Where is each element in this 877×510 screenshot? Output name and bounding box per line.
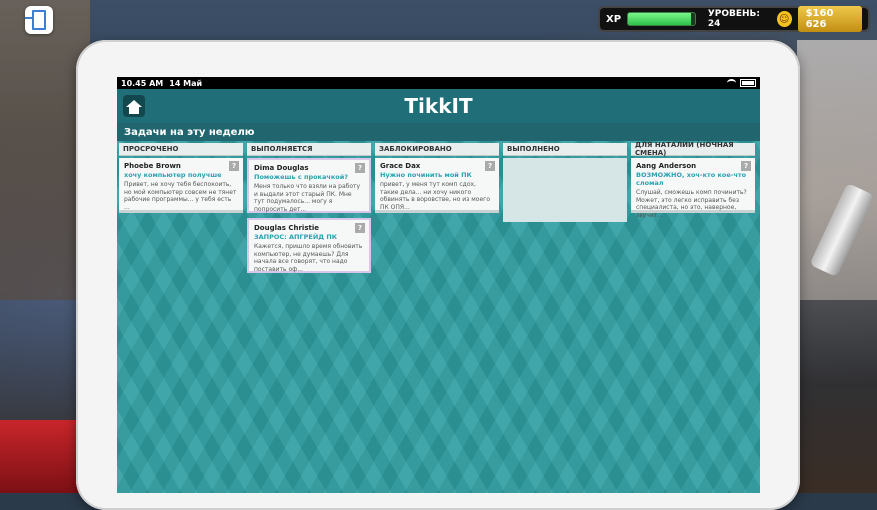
level-label: УРОВЕНЬ: 24	[707, 9, 761, 29]
week-title: Задачи на эту неделю	[117, 123, 760, 141]
card-name: Grace Dax	[380, 162, 421, 170]
task-card[interactable]: ? Grace Dax Нужно починить мой ПК привет…	[375, 158, 499, 213]
help-icon[interactable]: ?	[355, 163, 365, 173]
card-preview: Привет, не хочу тебя беспокоить, но мой …	[124, 181, 237, 211]
home-button[interactable]	[123, 95, 145, 117]
column-header: ЗАБЛОКИРОВАНО	[375, 143, 499, 156]
card-subject: хочу компьютер получше	[124, 171, 222, 179]
task-card[interactable]: ? Douglas Christie ЗАПРОС: АПГРЕЙД ПК Ка…	[247, 218, 371, 273]
column-overdue: ПРОСРОЧЕНО ? Phoebe Brown хочу компьютер…	[119, 143, 243, 213]
card-name: Phoebe Brown	[124, 162, 181, 170]
task-card[interactable]: ? Aang Anderson ВОЗМОЖНО, хоч-кто кое-чт…	[631, 158, 755, 219]
help-icon[interactable]: ?	[229, 161, 239, 171]
card-preview: привет, у меня тут комп сдох, такие дела…	[380, 181, 490, 211]
help-icon[interactable]: ?	[485, 161, 495, 171]
help-icon[interactable]: ?	[355, 223, 365, 233]
exit-button[interactable]	[25, 6, 53, 34]
money-display: $160 626	[797, 6, 862, 32]
xp-progress-bar	[627, 12, 696, 26]
app-title: TikkIT	[404, 94, 473, 118]
card-name: Dima Douglas	[254, 164, 309, 172]
column-header: ПРОСРОЧЕНО	[119, 143, 243, 156]
card-subject: Нужно починить мой ПК	[380, 171, 472, 179]
app-header: TikkIT	[117, 89, 760, 123]
task-card[interactable]: ? Phoebe Brown хочу компьютер получше Пр…	[119, 158, 243, 213]
help-icon[interactable]: ?	[741, 161, 751, 171]
smiley-icon: ☺	[776, 11, 792, 27]
card-subject: ВОЗМОЖНО, хоч-кто кое-что сломал	[636, 171, 747, 187]
task-card[interactable]: ? Dima Douglas Поможешь с прокачкой? Мен…	[247, 158, 371, 213]
card-subject: Поможешь с прокачкой?	[254, 173, 349, 181]
column-header: ВЫПОЛНЕНО	[503, 143, 627, 156]
column-done: ВЫПОЛНЕНО	[503, 143, 627, 222]
card-preview: Слушай, сможешь комп починить? Может, эт…	[636, 189, 747, 219]
column-night-shift: ДЛЯ НАТАЛИИ (НОЧНАЯ СМЕНА) ? Aang Anders…	[631, 141, 755, 219]
tablet-screen: 10.45 AM 14 Май TikkIT Задачи на эту нед…	[117, 77, 760, 493]
status-date: 14 Май	[169, 78, 203, 88]
empty-column-area	[503, 158, 627, 222]
column-in-progress: ВЫПОЛНЯЕТСЯ ? Dima Douglas Поможешь с пр…	[247, 143, 371, 273]
card-subject: ЗАПРОС: АПГРЕЙД ПК	[254, 233, 338, 241]
card-preview: Меня только что взяли на работу и выдали…	[254, 183, 361, 213]
card-preview: Кажется, пришло время обновить компьютер…	[254, 243, 363, 273]
player-hud: XP УРОВЕНЬ: 24 ☺ $160 626	[598, 6, 870, 32]
card-name: Douglas Christie	[254, 224, 319, 232]
battery-icon	[740, 79, 756, 87]
column-blocked: ЗАБЛОКИРОВАНО ? Grace Dax Нужно починить…	[375, 143, 499, 213]
card-name: Aang Anderson	[636, 162, 697, 170]
status-bar: 10.45 AM 14 Май	[117, 77, 760, 89]
status-time: 10.45 AM	[121, 78, 164, 88]
home-icon	[126, 99, 142, 114]
xp-label: XP	[606, 13, 622, 25]
red-toolbox	[0, 420, 80, 493]
xp-progress-fill	[628, 13, 692, 25]
column-header: ВЫПОЛНЯЕТСЯ	[247, 143, 371, 156]
wifi-icon	[727, 79, 736, 87]
exit-door-icon	[25, 10, 46, 30]
column-header: ДЛЯ НАТАЛИИ (НОЧНАЯ СМЕНА)	[631, 141, 755, 157]
task-board: Задачи на эту неделю ПРОСРОЧЕНО ? Phoebe…	[117, 123, 760, 493]
